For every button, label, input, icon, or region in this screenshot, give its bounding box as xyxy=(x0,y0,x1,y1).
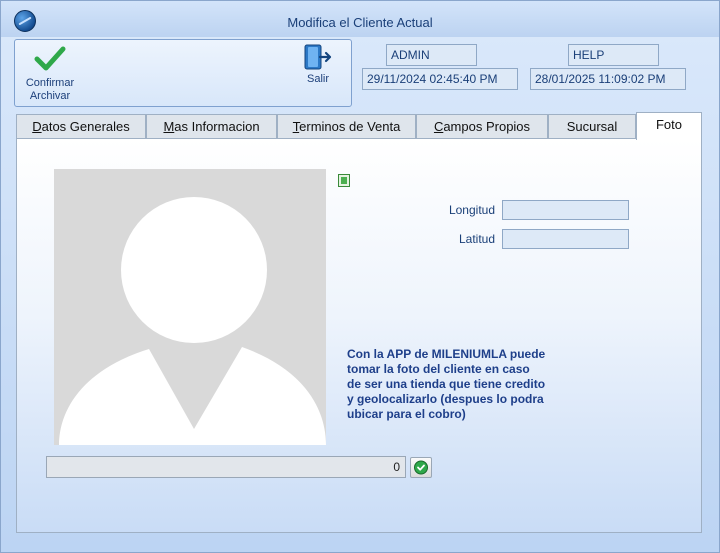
check-circle-icon xyxy=(414,460,428,475)
longitud-input[interactable] xyxy=(502,200,629,220)
counter-field[interactable]: 0 xyxy=(46,456,406,478)
info-text: Con la APP de MILENIUMLA puede tomar la … xyxy=(347,347,546,421)
title-bar: Modifica el Cliente Actual xyxy=(1,1,719,37)
longitud-label: Longitud xyxy=(448,203,495,217)
checkmark-icon xyxy=(34,46,66,71)
exit-door-icon xyxy=(304,44,332,70)
action-toolbar: Confirmar Archivar Salir xyxy=(14,39,352,107)
ok-button[interactable] xyxy=(410,457,432,478)
tab-terminos-de-venta[interactable]: Terminos de Venta xyxy=(277,114,416,139)
help-field: HELP xyxy=(568,44,659,66)
confirm-archive-button[interactable]: Confirmar Archivar xyxy=(21,44,79,106)
created-date-field: 29/11/2024 02:45:40 PM xyxy=(362,68,518,90)
exit-button[interactable]: Salir xyxy=(297,44,339,92)
confirm-label-line2: Archivar xyxy=(29,90,71,102)
exit-label: Salir xyxy=(306,73,329,85)
document-icon[interactable] xyxy=(338,174,350,187)
latitud-input[interactable] xyxy=(502,229,629,249)
latitud-label: Latitud xyxy=(458,232,495,246)
client-photo[interactable] xyxy=(54,169,326,445)
user-field: ADMIN xyxy=(386,44,477,66)
window-title: Modifica el Cliente Actual xyxy=(287,15,433,30)
tab-campos-propios[interactable]: Campos Propios xyxy=(416,114,548,139)
client-edit-window: Modifica el Cliente Actual Confirmar Arc… xyxy=(0,0,720,553)
tab-datos-generales[interactable]: Datos Generales xyxy=(16,114,146,139)
tab-sucursal[interactable]: Sucursal xyxy=(548,114,636,139)
tab-mas-informacion[interactable]: Mas Informacion xyxy=(146,114,277,139)
confirm-label-line1: Confirmar xyxy=(25,77,75,89)
tab-strip: Datos Generales Mas Informacion Terminos… xyxy=(16,112,702,140)
user-silhouette-icon xyxy=(54,169,326,445)
tab-foto[interactable]: Foto xyxy=(636,112,702,140)
modified-date-field: 28/01/2025 11:09:02 PM xyxy=(530,68,686,90)
